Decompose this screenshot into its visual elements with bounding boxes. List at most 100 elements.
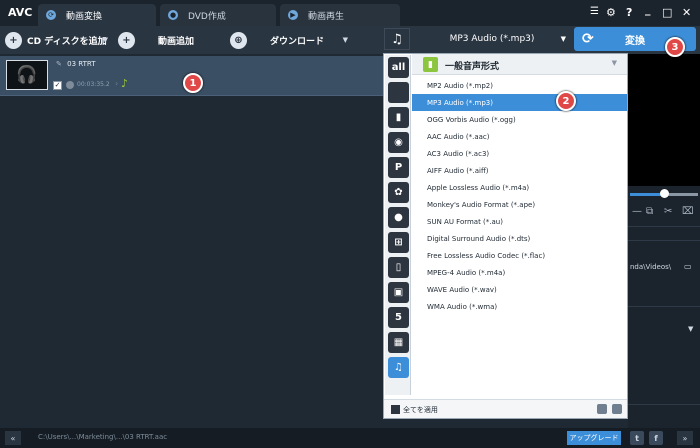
download-button[interactable]: ⊕ ダウンロード ▼ (230, 29, 352, 51)
close-button[interactable]: ✕ (682, 6, 691, 19)
globe-download-icon: ⊕ (230, 31, 247, 49)
format-item-wav[interactable]: WAVE Audio (*.wav) (412, 281, 627, 298)
format-group-header[interactable]: ▮ 一般音声形式 ▼ (412, 54, 627, 75)
divider (628, 306, 700, 307)
apple-icon[interactable] (388, 82, 409, 103)
chevron-down-icon[interactable]: ▼ (688, 325, 693, 333)
output-path: nda\Videos\ (630, 263, 672, 271)
status-path: C:\Users\...\Marketing\...\03 RTRT.aac (38, 433, 168, 441)
format-group-title: 一般音声形式 (445, 62, 500, 72)
import-icon[interactable] (597, 404, 607, 414)
blackberry-icon[interactable]: ● (388, 207, 409, 228)
preview-area (628, 54, 700, 186)
file-checkbox[interactable]: ✓ (53, 81, 62, 90)
upgrade-button[interactable]: アップグレード (567, 431, 621, 445)
android-icon[interactable]: ◉ (388, 132, 409, 153)
chevron-down-icon: ▼ (102, 36, 108, 44)
status-bar: « C:\Users\...\Marketing\...\03 RTRT.aac… (0, 428, 700, 448)
chevron-down-icon: ▼ (560, 35, 566, 43)
list-icon[interactable]: ☰ (590, 6, 599, 17)
add-cd-button[interactable]: + CD ディスクを追加 ▼ (5, 29, 112, 51)
format-item-flac[interactable]: Free Lossless Audio Codec (*.flac) (412, 247, 627, 264)
callout-badge: 1 (183, 73, 203, 93)
format-item-ape[interactable]: Monkey's Audio Format (*.ape) (412, 196, 627, 213)
tv-icon[interactable]: ▣ (388, 282, 409, 303)
divider (628, 240, 700, 241)
collapse-left-icon[interactable]: « (5, 431, 21, 445)
pencil-icon[interactable]: ✎ (56, 60, 62, 68)
minus-icon[interactable]: — (632, 206, 642, 217)
video-add-icon: + (118, 31, 135, 49)
cd-add-icon: + (5, 31, 22, 49)
clock-icon (66, 81, 74, 89)
folder-icon[interactable]: ▭ (684, 262, 692, 271)
file-list (0, 54, 385, 428)
audio-player-icon: ▮ (423, 57, 438, 72)
callout-badge: 3 (665, 37, 685, 57)
html5-icon[interactable]: 5 (388, 307, 409, 328)
format-item-aac[interactable]: AAC Audio (*.aac) (412, 128, 627, 145)
seek-slider-knob[interactable] (660, 189, 669, 198)
crop-icon[interactable]: ⌧ (682, 206, 694, 217)
callout-badge: 2 (556, 91, 576, 111)
tab-video-convert[interactable]: ⟳ 動画変換 (38, 4, 156, 26)
seek-slider-rest (668, 193, 698, 196)
tab-label: DVD作成 (188, 11, 226, 22)
add-video-button[interactable]: + 動画追加 (118, 29, 224, 51)
chevron-down-icon: ▼ (342, 36, 348, 44)
mobile-icon[interactable]: ▮ (388, 107, 409, 128)
gear-icon[interactable]: ⚙ (606, 6, 616, 19)
apply-all-checkbox[interactable] (391, 405, 400, 414)
copy-icon[interactable]: ⧉ (646, 206, 653, 217)
tab-video-play[interactable]: ▶ 動画再生 (280, 4, 400, 26)
playstation-icon[interactable]: P (388, 157, 409, 178)
music-note-icon[interactable]: ♫ (384, 28, 410, 50)
title-bar: AVC ⟳ 動画変換 ● DVD作成 ▶ 動画再生 ☰ ⚙ ? _ □ ✕ (0, 0, 700, 26)
windows-icon[interactable]: ⊞ (388, 232, 409, 253)
file-name: 03 RTRT (67, 60, 96, 68)
format-item-ac3[interactable]: AC3 Audio (*.ac3) (412, 145, 627, 162)
export-icon[interactable] (612, 404, 622, 414)
add-video-label: 動画追加 (158, 36, 195, 47)
twitter-icon[interactable]: t (630, 431, 644, 445)
film-icon[interactable]: ▦ (388, 332, 409, 353)
chevron-right-icon: › (115, 79, 119, 88)
maximize-button[interactable]: □ (662, 6, 672, 19)
cut-icon[interactable]: ✂ (664, 206, 672, 217)
format-item-wma[interactable]: WMA Audio (*.wma) (412, 298, 627, 315)
file-duration: 00:03:35.2 (77, 81, 110, 88)
divider (628, 404, 700, 405)
music-note-icon: ♪ (121, 77, 129, 90)
headphones-icon: 🎧 (6, 60, 48, 90)
expand-right-icon[interactable]: » (677, 431, 693, 445)
all-formats-icon[interactable]: all (388, 57, 409, 78)
minimize-button[interactable]: _ (645, 3, 651, 16)
add-cd-label: CD ディスクを追加 (27, 36, 107, 47)
refresh-icon: ⟳ (582, 31, 594, 47)
tab-label: 動画再生 (308, 11, 345, 22)
huawei-icon[interactable]: ✿ (388, 182, 409, 203)
phone-icon[interactable]: ▯ (388, 257, 409, 278)
disc-icon: ● (168, 10, 178, 20)
format-item-au[interactable]: SUN AU Format (*.au) (412, 213, 627, 230)
music-icon[interactable]: ♫ (388, 357, 409, 378)
format-item-ogg[interactable]: OGG Vorbis Audio (*.ogg) (412, 111, 627, 128)
format-item-aiff[interactable]: AIFF Audio (*.aiff) (412, 162, 627, 179)
format-item-mp2[interactable]: MP2 Audio (*.mp2) (412, 77, 627, 94)
divider (628, 226, 700, 227)
output-format-value: MP3 Audio (*.mp3) (449, 34, 535, 44)
format-item-m4a[interactable]: MPEG-4 Audio (*.m4a) (412, 264, 627, 281)
tab-dvd-create[interactable]: ● DVD作成 (160, 4, 276, 26)
download-label: ダウンロード (270, 36, 325, 47)
play-icon: ▶ (288, 10, 298, 20)
facebook-icon[interactable]: f (649, 431, 663, 445)
apply-all-label: 全てを適用 (403, 406, 438, 414)
format-item-alac[interactable]: Apple Lossless Audio (*.m4a) (412, 179, 627, 196)
chevron-down-icon: ▼ (611, 59, 617, 67)
file-name-wrap: ✎ 03 RTRT (56, 60, 96, 68)
format-item-dts[interactable]: Digital Surround Audio (*.dts) (412, 230, 627, 247)
format-item-mp3[interactable]: MP3 Audio (*.mp3) (412, 94, 627, 111)
help-button[interactable]: ? (626, 6, 632, 19)
tab-label: 動画変換 (66, 11, 103, 22)
output-format-select[interactable]: MP3 Audio (*.mp3) ▼ (412, 28, 572, 50)
